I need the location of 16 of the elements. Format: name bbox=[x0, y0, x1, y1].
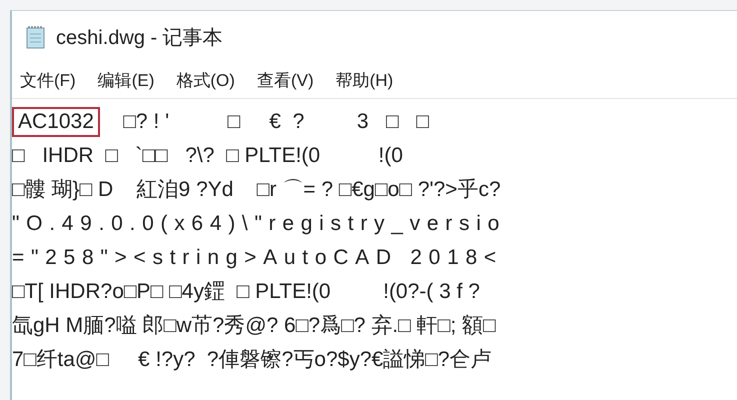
text-line: □髏 瑚}□ D 紅洎9 ?Yd □r ⌒= ? □€g□o□ ?'?>乎c? bbox=[12, 177, 502, 203]
text-line: 7□纤ta@□ € !?y? ?俥磐镲?丐o?$y?€謚悌□?仺卢 bbox=[12, 347, 493, 373]
text-line: □? ! ' □ € ? 3 □ □ bbox=[122, 109, 429, 135]
menu-item[interactable]: 编辑(E) bbox=[98, 69, 154, 92]
menu-item[interactable]: 查看(V) bbox=[256, 69, 314, 92]
menu-item[interactable]: 格式(O) bbox=[176, 69, 235, 92]
window-title: ceshi.dwg - 记事本 bbox=[56, 26, 223, 50]
notepad-icon bbox=[26, 25, 46, 49]
text-line: "O.49.0.0(x64)\"registry_versio bbox=[12, 211, 508, 237]
menu-item[interactable]: 帮助(H) bbox=[336, 69, 394, 92]
highlighted-text: AC1032 bbox=[12, 107, 100, 137]
text-line: 氙gH M腼?嗌 郎□w芇?秀@? 6□?爲□? 弃.□ 軒□; 額□ bbox=[12, 313, 497, 339]
text-line: □T[ IHDR?o□P□ □4y鎠 □ PLTE!(0 !(0?-( 3 f ? bbox=[12, 279, 481, 305]
menu-item[interactable]: 文件(F) bbox=[20, 69, 76, 92]
text-line: ="258"><string>AutoCAD 2018< bbox=[12, 245, 504, 271]
text-line: □ IHDR □ `□□ ?\? □ PLTE!(0 !(0 bbox=[12, 143, 404, 169]
